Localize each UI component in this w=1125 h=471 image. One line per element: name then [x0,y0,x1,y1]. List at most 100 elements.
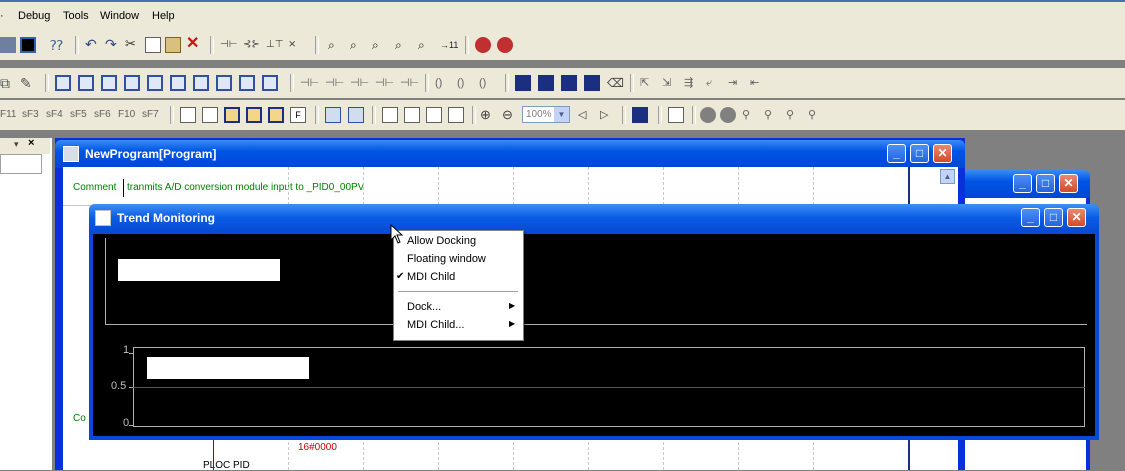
zoom-select[interactable]: 100% ▼ [522,106,570,123]
connect-icon[interactable] [475,37,491,53]
chevron-down-icon[interactable]: ▼ [554,107,569,122]
move-left-icon[interactable]: ◁ [578,107,594,123]
replace-all-icon[interactable]: ⌕ [395,37,411,53]
device-ref-icon[interactable] [426,107,442,123]
coil-reset-icon[interactable]: () [479,75,495,91]
cross-ref-icon[interactable] [448,107,464,123]
minimize-icon[interactable]: _ [1021,208,1040,227]
label-icon[interactable]: ⇲ [662,75,678,91]
coil-set-icon[interactable]: () [457,75,473,91]
plc-mode-icon[interactable] [124,75,140,91]
function-block-name[interactable]: PLOC PID [203,460,250,471]
close-icon[interactable]: ✕ [1067,208,1086,227]
plc-error-icon[interactable] [193,75,209,91]
debug-break-icon[interactable]: ⚲ [786,107,802,123]
menu-window[interactable]: Window [100,10,139,22]
debug-step-icon[interactable]: ⚲ [742,107,758,123]
menu-tools[interactable]: Tools [63,10,89,22]
trend-chart-area[interactable]: 1 0.5 0 [93,234,1095,436]
return-icon[interactable]: ⤶ [706,75,722,91]
message-window-icon[interactable] [348,107,364,123]
step-icon[interactable]: ⇤ [750,75,766,91]
paste-icon[interactable] [165,37,181,53]
coil-icon[interactable]: () [435,75,451,91]
find-icon[interactable]: ⌕ [328,37,344,53]
undo-icon[interactable]: ↶ [85,37,101,53]
trend-window-titlebar[interactable]: Trend Monitoring _ □ ✕ [89,204,1099,234]
properties-icon[interactable] [632,107,648,123]
variable-icon[interactable] [382,107,398,123]
delete-line-icon[interactable]: ⌫ [607,75,624,91]
debug-run-icon[interactable]: ⚲ [764,107,780,123]
view-detail-icon[interactable] [202,107,218,123]
contact-nc-icon[interactable]: ⊣⊢ [325,75,344,91]
device-monitor-icon[interactable] [262,75,278,91]
maximize-icon[interactable]: □ [1044,208,1063,227]
function-icon[interactable] [515,75,531,91]
view-il-icon[interactable] [246,107,262,123]
contact-n-icon[interactable]: ⊣⊢ [375,75,394,91]
device-comment-icon[interactable] [404,107,420,123]
background-window-title[interactable]: _ □ ✕ [960,170,1090,198]
find-device-icon[interactable]: ⌕ [418,37,434,53]
zoom-out-icon[interactable]: ⊖ [502,107,518,123]
grid-icon[interactable] [0,37,16,53]
menu-item-mdi-child-submenu[interactable]: MDI Child... ▶ [394,317,523,334]
ladder-branch-icon[interactable]: ⊥⊤ [266,37,283,53]
horizontal-line-icon[interactable] [561,75,577,91]
comment-icon[interactable]: ⇱ [640,75,656,91]
view-sfc-icon[interactable] [268,107,284,123]
close-icon[interactable]: ✕ [933,144,952,163]
f11-icon[interactable]: F11 [0,107,17,123]
constant-value[interactable]: 16#0000 [298,442,337,453]
monitor-icon[interactable]: ⧉ [0,75,16,91]
trend-icon[interactable] [216,75,232,91]
copy-icon[interactable] [145,37,161,53]
compare-icon[interactable] [101,75,117,91]
debug-clear-icon[interactable]: ⚲ [808,107,824,123]
system-monitor-icon[interactable] [239,75,255,91]
sf6-icon[interactable]: sF6 [94,107,111,123]
help-icon[interactable]: ⁇ [50,37,66,53]
goto-step-icon[interactable]: →11 [440,37,458,53]
replace-icon[interactable]: ⌕ [372,37,388,53]
ladder-coil-icon[interactable]: ⊰⊱ [243,37,260,53]
close-icon[interactable]: ✕ [1059,174,1078,193]
sf3-icon[interactable]: sF3 [22,107,39,123]
contact-p-icon[interactable]: ⊣⊢ [350,75,369,91]
edit-tool-icon[interactable]: ✎ [20,75,36,91]
project-window-icon[interactable] [325,107,341,123]
zoom-in-icon[interactable]: ⊕ [480,107,496,123]
ladder-contact-icon[interactable]: ⊣⊢ [220,37,237,53]
menu-item-allow-docking[interactable]: Allow Docking [394,233,523,250]
maximize-icon[interactable]: □ [1036,174,1055,193]
plc-history-icon[interactable] [170,75,186,91]
menu-item-dock[interactable]: Dock... ▶ [394,299,523,316]
comment-text[interactable]: tranmits A/D conversion module input to … [127,182,364,193]
upload-icon[interactable] [78,75,94,91]
download-icon[interactable] [55,75,71,91]
vertical-line-icon[interactable] [584,75,600,91]
sf5-icon[interactable]: sF5 [70,107,87,123]
move-right-icon[interactable]: ▷ [600,107,616,123]
sf7-icon[interactable]: sF7 [142,107,159,123]
menu-item-floating-window[interactable]: Floating window [394,251,523,268]
cut-icon[interactable]: ✂ [125,37,141,53]
panel-dropdown-icon[interactable]: ▾ [14,139,19,150]
view-st-icon[interactable]: F [290,107,306,123]
delete-icon[interactable]: ✕ [186,36,202,53]
contact-or-icon[interactable]: ⊣⊢ [400,75,419,91]
f10-icon[interactable]: F10 [118,107,135,123]
panel-close-icon[interactable]: × [28,137,34,149]
contact-no-icon[interactable]: ⊣⊢ [300,75,319,91]
program-window-titlebar[interactable]: NewProgram[Program] _ □ ✕ [55,140,965,168]
view-list-icon[interactable] [180,107,196,123]
minimize-icon[interactable]: _ [887,144,906,163]
panel-tree-box[interactable] [0,154,42,174]
print-icon[interactable] [668,107,684,123]
end-icon[interactable]: ⇥ [728,75,744,91]
redo-icon[interactable]: ↷ [105,37,121,53]
stop-icon[interactable] [720,107,736,123]
menu-debug[interactable]: Debug [18,10,50,22]
menu-item-mdi-child[interactable]: ✔ MDI Child [394,269,523,286]
